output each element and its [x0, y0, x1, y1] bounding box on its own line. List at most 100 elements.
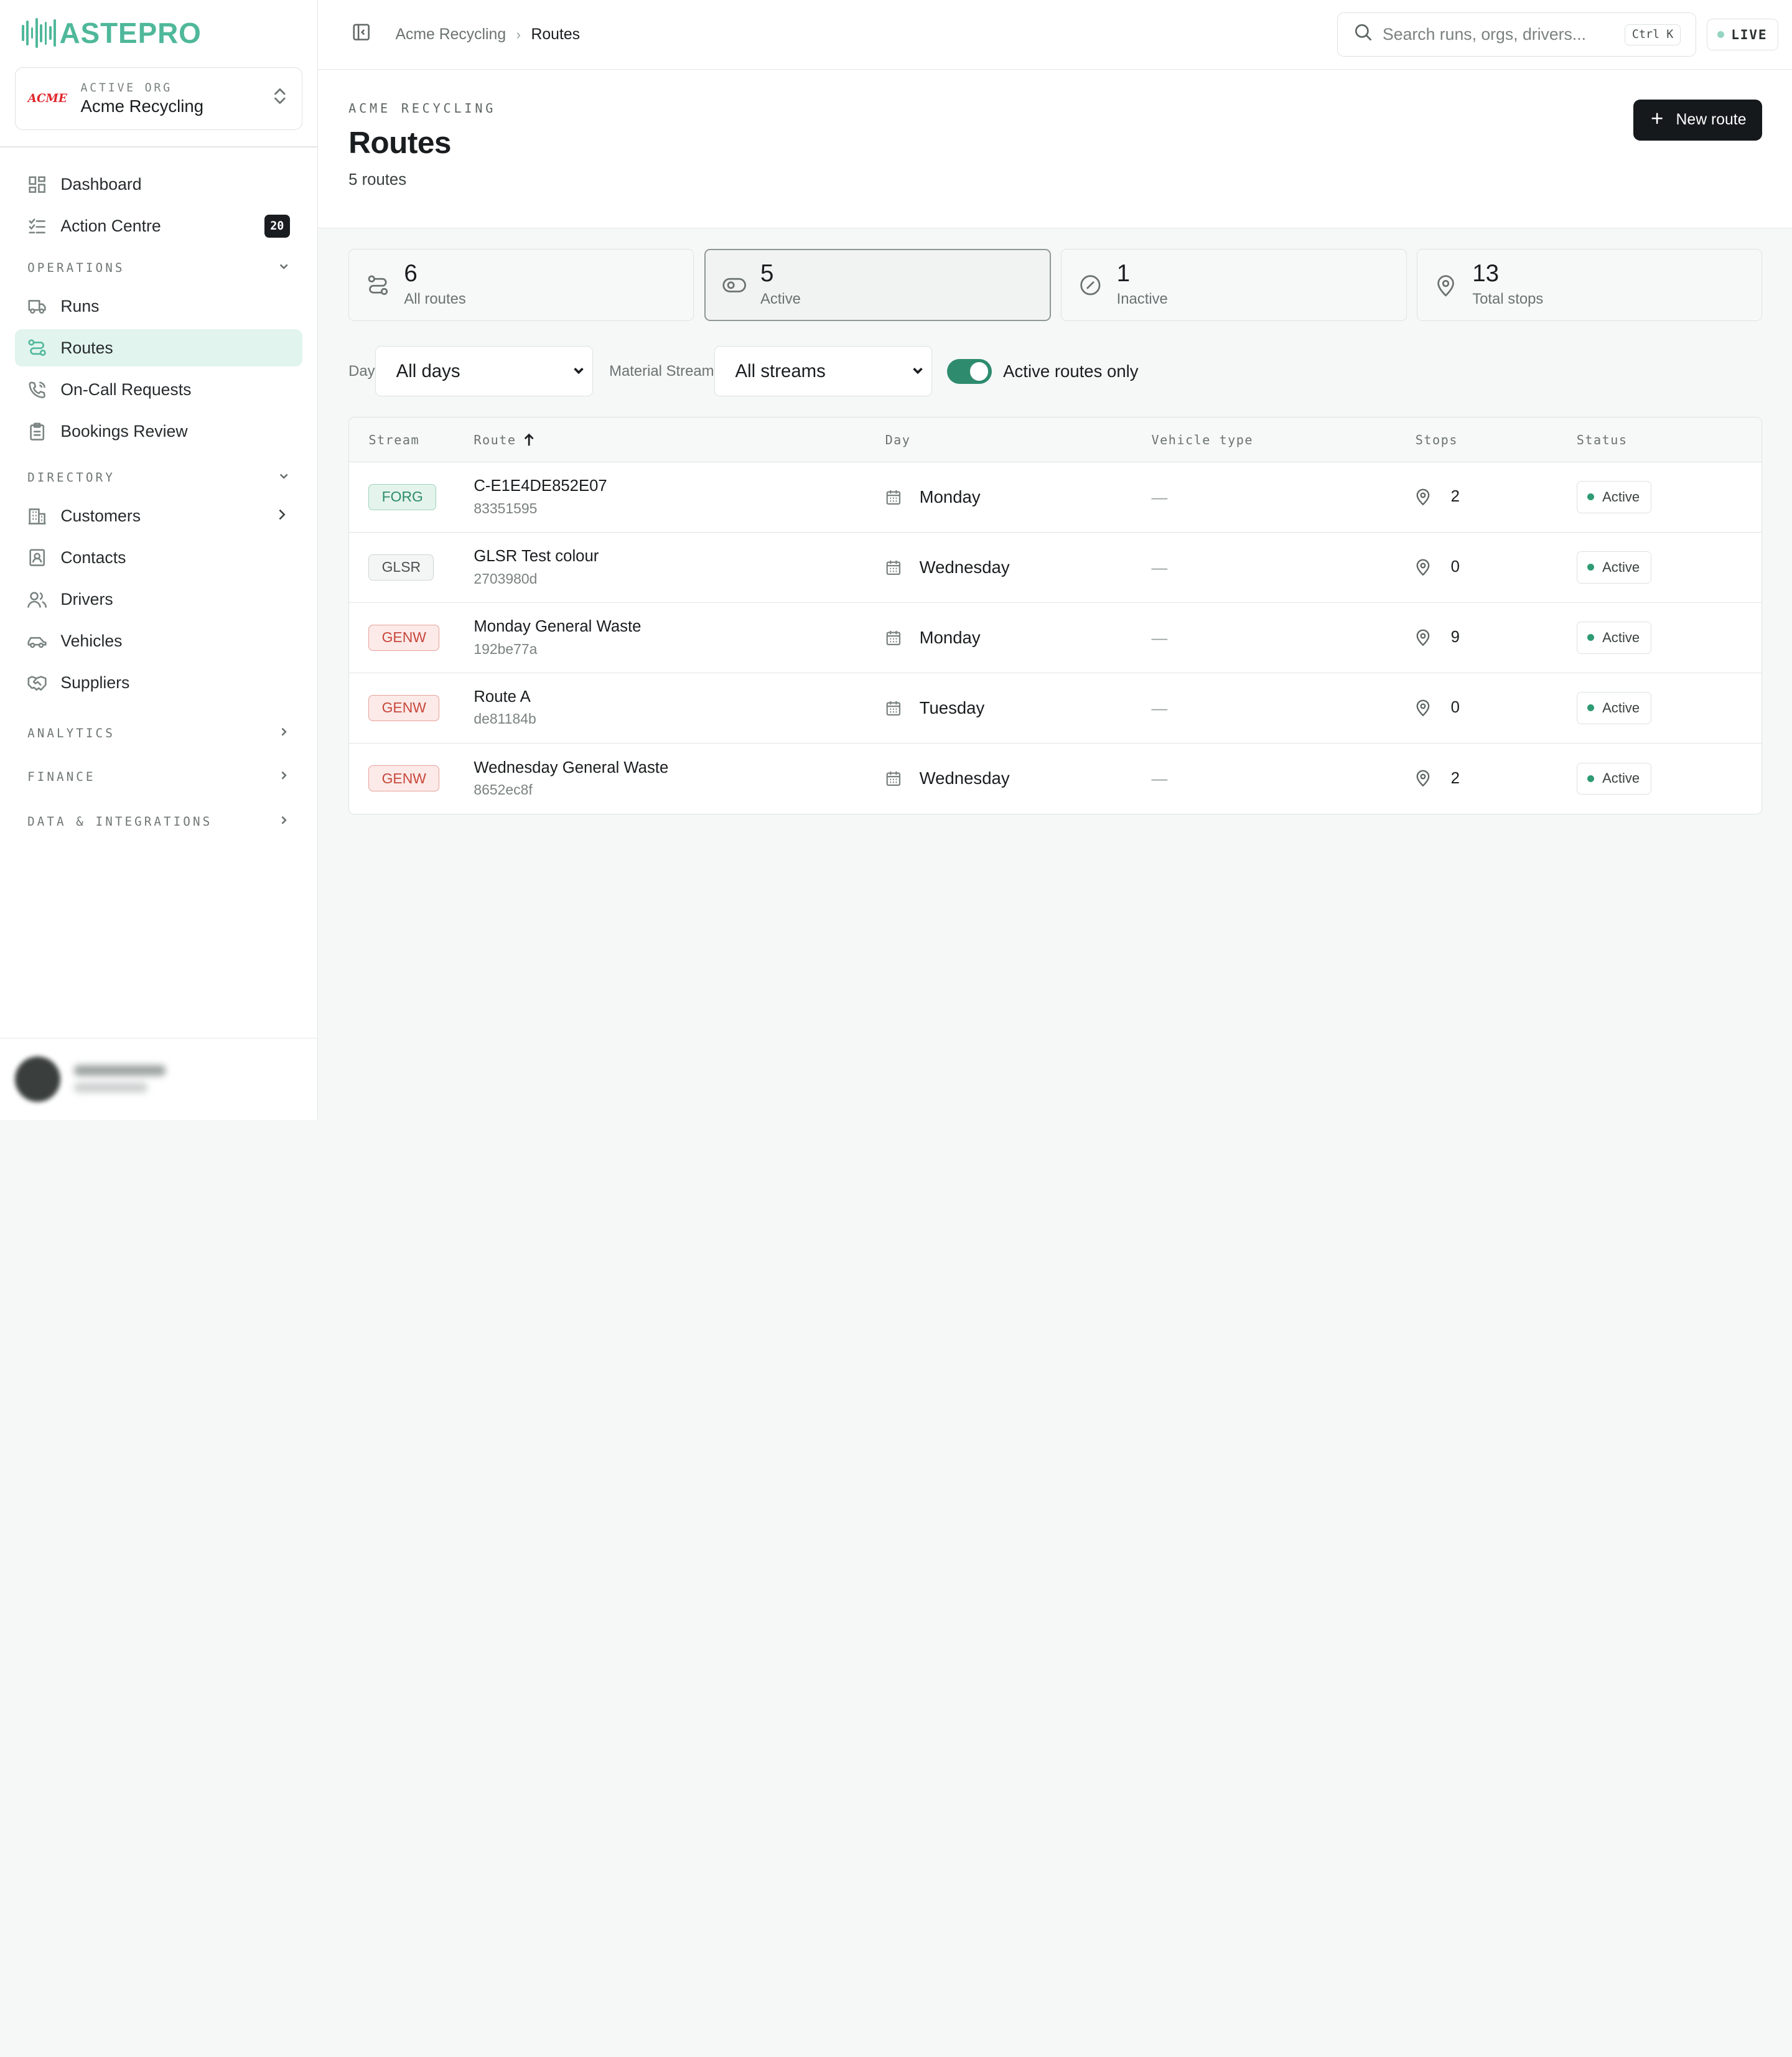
table-header: Stream Route Day Vehicle type Stops Stat… [349, 417, 1762, 462]
plus-icon: + [1650, 106, 1664, 131]
phone-call-icon [27, 380, 47, 399]
user-menu[interactable] [0, 1037, 317, 1120]
chevron-right-icon [276, 506, 287, 526]
status-label: Active [1602, 559, 1640, 575]
brand-logo[interactable]: ASTEPRO [0, 0, 317, 67]
map-pin-icon [1416, 488, 1440, 506]
nav-label: Action Centre [60, 217, 161, 236]
nav-bookings-review[interactable]: Bookings Review [15, 413, 302, 450]
nav-routes[interactable]: Routes [14, 329, 302, 367]
route-day: Wednesday [919, 768, 1010, 788]
route-id: 8652ec8f [474, 781, 533, 798]
nav-vehicles[interactable]: Vehicles [15, 622, 302, 660]
search-icon [1354, 23, 1372, 46]
org-label: ACTIVE ORG [80, 81, 172, 95]
stream-tag: FORG [368, 483, 437, 511]
stat-value: 5 [760, 260, 774, 287]
stat-label: Inactive [1116, 291, 1168, 308]
col-day[interactable]: Day [885, 432, 1152, 447]
nav-contacts[interactable]: Contacts [15, 539, 302, 577]
grid-icon [27, 175, 47, 194]
nav-on-call[interactable]: On-Call Requests [15, 371, 302, 409]
stop-count: 0 [1450, 699, 1460, 717]
table-row[interactable]: GENW Route A de81184b Tuesday — 0 Active [349, 673, 1762, 744]
chevron-right-icon [278, 770, 289, 784]
topbar: Acme Recycling › Routes Search runs, org… [317, 0, 1792, 70]
col-vehicle-type[interactable]: Vehicle type [1152, 432, 1416, 447]
new-route-button[interactable]: + New route [1633, 99, 1763, 141]
page-title: Routes [348, 125, 451, 161]
table-row[interactable]: GLSR GLSR Test colour 2703980d Wednesday… [349, 533, 1762, 603]
nav-action-centre[interactable]: Action Centre 20 [15, 207, 302, 245]
calendar-icon [885, 630, 910, 646]
stop-count: 2 [1450, 769, 1460, 787]
status-badge: Active [1576, 762, 1652, 795]
vehicle-type: — [1151, 770, 1168, 788]
calendar-icon [885, 559, 910, 576]
vehicle-type: — [1151, 488, 1168, 506]
live-indicator[interactable]: LIVE [1706, 18, 1778, 51]
vehicle-type: — [1151, 699, 1168, 717]
nav-label: Customers [60, 506, 141, 525]
nav-runs[interactable]: Runs [15, 287, 302, 325]
nav-label: Contacts [60, 548, 126, 567]
status-label: Active [1602, 699, 1640, 716]
stat-all-routes[interactable]: 6 All routes [348, 249, 694, 322]
table-row[interactable]: GENW Wednesday General Waste 8652ec8f We… [349, 744, 1762, 814]
sidebar-toggle-icon[interactable] [352, 23, 370, 46]
col-stream[interactable]: Stream [349, 432, 474, 447]
search-input[interactable]: Search runs, orgs, drivers... [1383, 25, 1625, 44]
section-directory[interactable]: DIRECTORY [0, 462, 317, 493]
breadcrumb-org[interactable]: Acme Recycling [395, 26, 506, 44]
building-icon [27, 506, 47, 526]
table-row[interactable]: FORG C-E1E4DE852E07 83351595 Monday — 2 … [349, 462, 1762, 533]
nav-label: Drivers [60, 589, 113, 609]
col-stops[interactable]: Stops [1416, 432, 1577, 447]
stream-tag: GENW [368, 765, 440, 792]
nav-dashboard[interactable]: Dashboard [15, 166, 302, 203]
stats-row: 6 All routes 5 Active 1 Inactive 13 Total st… [348, 249, 1763, 322]
active-only-toggle[interactable] [947, 358, 992, 385]
filter-bar: Day All days Material Stream All streams… [348, 346, 1762, 397]
nav-drivers[interactable]: Drivers [15, 581, 302, 618]
status-label: Active [1602, 770, 1640, 786]
chevron-down-icon [278, 261, 289, 275]
stat-total-stops[interactable]: 13 Total stops [1417, 249, 1763, 322]
calendar-icon [885, 489, 910, 505]
section-label: FINANCE [27, 770, 96, 785]
nav-suppliers[interactable]: Suppliers [15, 664, 302, 702]
stat-active[interactable]: 5 Active [704, 249, 1051, 322]
section-analytics[interactable]: ANALYTICS [0, 717, 317, 749]
status-label: Active [1602, 629, 1640, 645]
nav-label: Suppliers [60, 673, 130, 692]
nav-label: On-Call Requests [60, 380, 192, 399]
section-finance[interactable]: FINANCE [0, 761, 317, 793]
breadcrumb: Acme Recycling › Routes [395, 26, 580, 44]
org-switcher[interactable]: ACME ACTIVE ORG Acme Recycling [14, 67, 302, 131]
search-box[interactable]: Search runs, orgs, drivers... Ctrl K [1337, 12, 1697, 57]
chevron-down-icon [911, 361, 925, 382]
sort-ascending-icon [523, 433, 534, 447]
stat-inactive[interactable]: 1 Inactive [1061, 249, 1407, 322]
stat-label: Active [760, 291, 801, 308]
stream-select[interactable]: All streams [714, 346, 933, 397]
status-badge: Active [1576, 692, 1652, 724]
stat-value: 6 [404, 260, 418, 287]
handshake-icon [27, 673, 47, 693]
truck-icon [27, 297, 47, 316]
col-route[interactable]: Route [474, 432, 885, 447]
user-info [74, 1065, 166, 1093]
day-select[interactable]: All days [375, 346, 594, 397]
route-day: Monday [919, 487, 981, 506]
col-status[interactable]: Status [1577, 432, 1762, 447]
route-name: Route A [474, 688, 531, 706]
section-operations[interactable]: OPERATIONS [0, 252, 317, 284]
section-data-integrations[interactable]: DATA & INTEGRATIONS [0, 806, 317, 837]
stat-label: All routes [404, 291, 466, 308]
map-pin-icon [1416, 629, 1440, 646]
nav-customers[interactable]: Customers [15, 497, 302, 535]
route-id: 192be77a [474, 640, 538, 657]
table-row[interactable]: GENW Monday General Waste 192be77a Monda… [349, 603, 1762, 673]
breadcrumb-current: Routes [531, 26, 581, 43]
users-icon [27, 590, 47, 609]
